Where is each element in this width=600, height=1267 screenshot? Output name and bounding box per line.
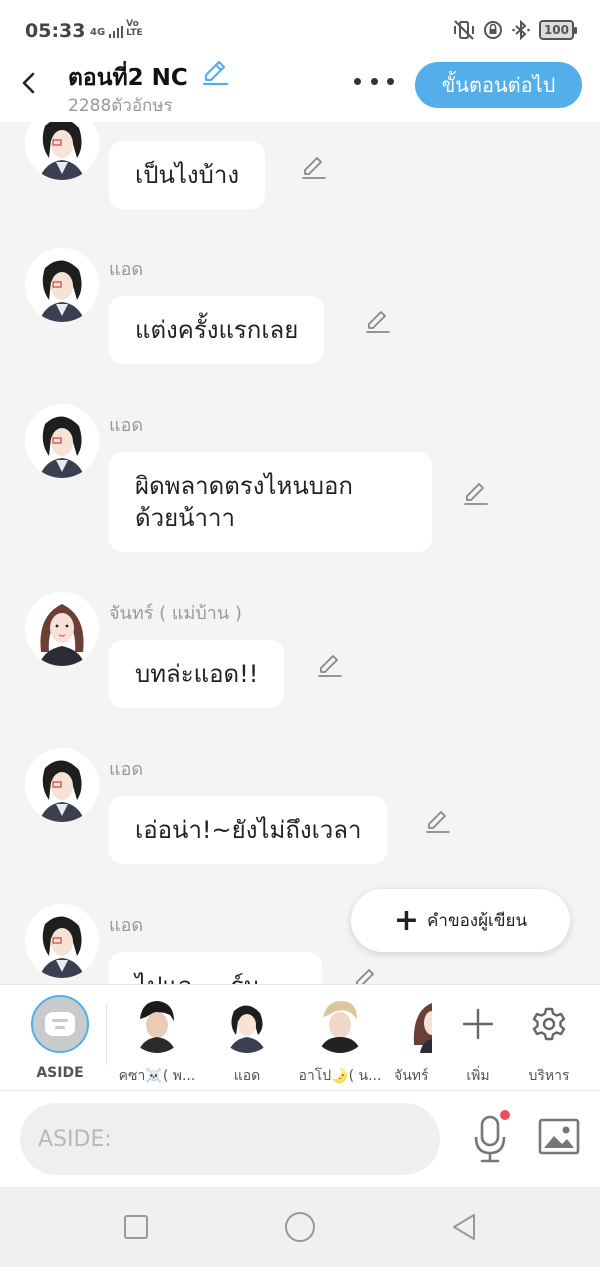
message-bubble[interactable]: เอ่อน่า!~ยังไม่ถึงเวลา (109, 796, 388, 864)
title-edit-pencil-icon[interactable] (200, 58, 230, 88)
divider (106, 1005, 107, 1065)
notification-dot (500, 1110, 510, 1120)
sender-name: แอด (109, 915, 144, 936)
network-label: 4G (90, 27, 106, 38)
sender-name: จันทร์ ( แม่บ้าน ) (109, 603, 242, 624)
message-bubble[interactable]: เป็นไงบ้าง (109, 141, 266, 209)
header: ตอนที่2 NC 2288ตัวอักษร ขั้นตอนต่อไป (0, 60, 600, 122)
volte-label: Vo LTE (126, 19, 143, 38)
aside-avatar-icon (31, 995, 89, 1053)
signal-icon (108, 26, 123, 38)
system-navigation-bar (0, 1187, 600, 1267)
edit-pencil-icon[interactable] (424, 808, 452, 836)
status-time: 05:33 (25, 20, 86, 42)
page-title: ตอนที่2 NC (68, 65, 188, 91)
vibrate-off-icon (453, 20, 474, 40)
manage-label: บริหาร (528, 1068, 570, 1084)
sender-name: แอด (109, 259, 144, 280)
message-input[interactable] (20, 1103, 440, 1175)
avatar-ad[interactable] (25, 248, 99, 322)
plus-icon: + (393, 902, 420, 938)
microphone-icon[interactable] (470, 1113, 510, 1165)
status-bar: 05:33 4G Vo LTE 100 (0, 0, 600, 60)
manage-button[interactable]: บริหาร (517, 995, 581, 1087)
message-bubble[interactable]: แต่งครั้งแรกเลย (109, 296, 325, 364)
character-avatar (218, 995, 276, 1053)
character-item[interactable]: แอด (202, 995, 292, 1087)
back-arrow-icon[interactable] (14, 66, 44, 100)
character-avatar (311, 995, 369, 1053)
image-icon[interactable] (538, 1117, 580, 1157)
add-character-button[interactable]: เพิ่ม (446, 995, 510, 1087)
bluetooth-icon (512, 20, 530, 40)
character-item[interactable]: อาโป🌛( น... (295, 995, 385, 1087)
network-indicator: 4G Vo LTE (90, 20, 146, 38)
sender-name: แอด (109, 415, 144, 436)
battery-icon: 100 (538, 20, 578, 40)
character-name: แอด (233, 1068, 261, 1084)
input-bar (0, 1091, 600, 1187)
add-label: เพิ่ม (466, 1068, 490, 1084)
character-name: ASIDE (36, 1065, 84, 1081)
avatar-ad[interactable] (25, 904, 99, 978)
character-name: จันทร์ (394, 1068, 429, 1084)
status-icons: 100 (453, 20, 578, 40)
back-icon[interactable] (448, 1211, 480, 1243)
message-bubble[interactable]: ผิดพลาดตรงไหนบอก ด้วยน้าาา (109, 452, 432, 552)
avatar-ad[interactable] (25, 748, 99, 822)
more-options-icon[interactable] (354, 66, 394, 96)
avatar-jan[interactable] (25, 592, 99, 666)
character-aside[interactable]: ASIDE (15, 995, 105, 1081)
character-avatar (128, 995, 186, 1053)
edit-pencil-icon[interactable] (300, 154, 328, 182)
sender-name: แอด (109, 759, 144, 780)
chat-area[interactable]: เป็นไงบ้าง แอด แต่งครั้งแรกเลย แอด ผิดพล… (0, 122, 600, 984)
character-item[interactable]: จันทร์ (380, 995, 432, 1087)
character-count: 2288ตัวอักษร (68, 96, 173, 116)
character-name: คซา☠️( พ... (118, 1068, 196, 1084)
message-bubble[interactable]: ไปแล ... ร์ม (109, 952, 322, 984)
edit-pencil-icon[interactable] (364, 308, 392, 336)
character-name: อาโป🌛( น... (298, 1068, 382, 1084)
character-bar: ASIDE คซา☠️( พ... แอด อาโป🌛( น... จันทร์… (0, 984, 600, 1091)
avatar-ad[interactable] (25, 404, 99, 478)
edit-pencil-icon[interactable] (462, 480, 490, 508)
character-avatar (410, 995, 432, 1053)
message-bubble[interactable]: บทล่ะแอด!! (109, 640, 285, 708)
edit-pencil-icon[interactable] (316, 652, 344, 680)
gear-icon (532, 1007, 566, 1041)
recent-apps-icon[interactable] (120, 1211, 152, 1243)
character-item[interactable]: คซา☠️( พ... (112, 995, 202, 1087)
plus-icon (462, 1008, 494, 1040)
lock-rotation-icon (483, 21, 502, 39)
avatar-ad[interactable] (25, 122, 99, 180)
author-note-button[interactable]: + คำของผู้เขียน (351, 889, 570, 952)
home-icon[interactable] (283, 1210, 317, 1244)
author-note-label: คำของผู้เขียน (427, 911, 528, 931)
next-step-button[interactable]: ขั้นตอนต่อไป (415, 62, 582, 108)
edit-pencil-icon[interactable] (352, 966, 380, 984)
